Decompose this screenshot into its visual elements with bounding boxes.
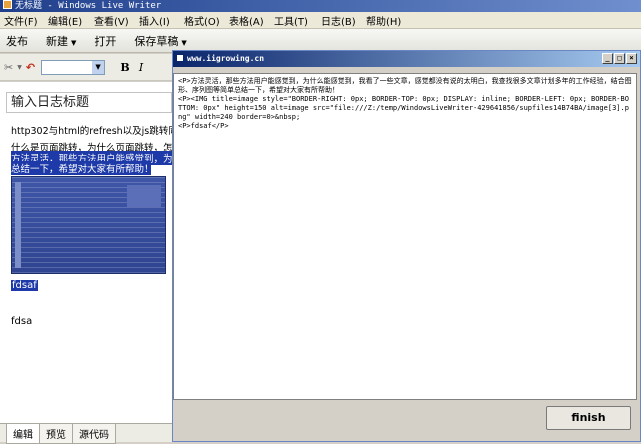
menu-blog[interactable]: 日志(B) bbox=[321, 13, 366, 28]
popup-title-bar[interactable]: www.iigrowing.cn _ □ × bbox=[173, 51, 640, 67]
post-title-input[interactable]: 输入日志标题 bbox=[6, 92, 172, 113]
maximize-icon[interactable]: □ bbox=[614, 53, 625, 64]
chevron-down-icon: ▼ bbox=[71, 38, 77, 47]
app-title-bar: 无标题 - Windows Live Writer bbox=[0, 0, 641, 12]
chevron-down-icon[interactable]: ▼ bbox=[17, 64, 22, 71]
menu-tools[interactable]: 工具(T) bbox=[274, 13, 321, 28]
publish-button[interactable]: 发布 bbox=[6, 33, 28, 49]
new-button[interactable]: 新建 ▼ bbox=[46, 33, 76, 49]
menu-view[interactable]: 查看(V) bbox=[94, 13, 139, 28]
window-controls: _ □ × bbox=[601, 53, 637, 64]
cut-icon[interactable]: ✂ bbox=[4, 61, 13, 74]
menu-edit[interactable]: 编辑(E) bbox=[48, 13, 94, 28]
menu-bar: 文件(F) 编辑(E) 查看(V) 插入(I) 格式(O) 表格(A) 工具(T… bbox=[0, 12, 641, 29]
tab-source[interactable]: 源代码 bbox=[72, 424, 116, 444]
bold-button[interactable]: B bbox=[117, 61, 133, 74]
source-textarea[interactable]: <P>方法灵活，那些方法用户能感觉到，为什么能感觉到，我看了一些文章，感觉都没有… bbox=[173, 73, 637, 400]
editor-canvas[interactable]: 输入日志标题 http302与html的refresh以及js跳转同 什么是页面… bbox=[0, 82, 172, 423]
italic-button[interactable]: I bbox=[133, 61, 149, 74]
menu-file[interactable]: 文件(F) bbox=[4, 13, 48, 28]
app-icon bbox=[3, 0, 12, 9]
body-line[interactable]: http302与html的refresh以及js跳转同 bbox=[11, 123, 172, 137]
source-popup-window: www.iigrowing.cn _ □ × <P>方法灵活，那些方法用户能感觉… bbox=[172, 50, 641, 442]
chevron-down-icon[interactable]: ▼ bbox=[92, 60, 105, 74]
menu-format[interactable]: 格式(O) bbox=[184, 13, 229, 28]
selected-paragraph[interactable]: fdsaf bbox=[11, 280, 38, 291]
open-button[interactable]: 打开 bbox=[94, 33, 116, 49]
minimize-icon[interactable]: _ bbox=[602, 53, 613, 64]
save-draft-button[interactable]: 保存草稿 ▼ bbox=[134, 33, 186, 49]
menu-help[interactable]: 帮助(H) bbox=[366, 13, 411, 28]
tab-preview[interactable]: 预览 bbox=[39, 424, 73, 444]
window-title: 无标题 - Windows Live Writer bbox=[15, 1, 162, 11]
screenshot-image[interactable] bbox=[11, 176, 166, 274]
chevron-down-icon: ▼ bbox=[181, 38, 187, 47]
image-block-shape bbox=[127, 185, 161, 207]
window-icon bbox=[176, 54, 184, 62]
finish-button[interactable]: finish bbox=[546, 406, 631, 430]
menu-insert[interactable]: 插入(I) bbox=[139, 13, 184, 28]
save-draft-label: 保存草稿 bbox=[134, 34, 179, 48]
popup-title: www.iigrowing.cn bbox=[187, 54, 265, 63]
menu-table[interactable]: 表格(A) bbox=[229, 13, 274, 28]
view-tabs: 编辑 预览 源代码 bbox=[0, 423, 172, 444]
body-line-selected[interactable]: 总结一下，希望对大家有所帮助！ bbox=[11, 161, 151, 175]
tab-edit[interactable]: 编辑 bbox=[6, 424, 40, 444]
font-select[interactable]: ▼ bbox=[41, 59, 106, 75]
close-icon[interactable]: × bbox=[626, 53, 637, 64]
new-button-label: 新建 bbox=[46, 34, 68, 48]
image-sidebar-shape bbox=[15, 182, 21, 268]
undo-icon[interactable]: ↶ bbox=[26, 61, 35, 74]
paragraph[interactable]: fdsa bbox=[11, 316, 32, 327]
